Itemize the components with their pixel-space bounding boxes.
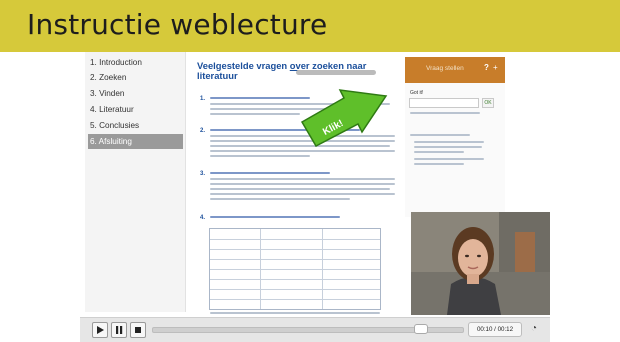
presenter-video (411, 212, 550, 315)
question-line (210, 172, 330, 174)
sidebar-item-vinden[interactable]: 3. Vinden (88, 86, 183, 101)
banner-title: Instructie weblecture (27, 8, 328, 41)
stop-icon (135, 327, 141, 333)
list-item[interactable] (414, 141, 484, 143)
time-display: 00:10 / 00:12 (468, 322, 522, 337)
sidebar-item-conclusies[interactable]: 5. Conclusies (88, 118, 183, 133)
play-icon (97, 326, 104, 334)
play-button[interactable] (92, 322, 108, 338)
question-number-3: 3. (200, 171, 206, 177)
question-line (210, 97, 310, 99)
table-row (210, 269, 380, 270)
question-line (210, 216, 340, 218)
pause-button[interactable] (111, 322, 127, 338)
text-line (210, 155, 310, 157)
text-line (210, 178, 395, 180)
text-line (410, 134, 470, 136)
list-item[interactable] (414, 158, 484, 160)
opening-hours-table (209, 228, 381, 310)
volume-icon[interactable]: ◔ (531, 323, 537, 334)
text-line (410, 112, 480, 114)
text-line (210, 198, 350, 200)
progress-thumb[interactable] (414, 324, 428, 334)
question-number-4: 4. (200, 215, 206, 221)
text-line (210, 113, 300, 115)
list-item[interactable] (414, 163, 464, 165)
table-row (210, 299, 380, 300)
pause-icon (116, 326, 123, 334)
text-line (210, 312, 380, 314)
question-number-1: 1. (200, 96, 206, 102)
klik-callout: Klik! (300, 89, 388, 147)
title-banner: Instructie weblecture (0, 0, 620, 52)
table-row (210, 259, 380, 260)
arrow-shape (300, 89, 388, 147)
heading-text-2: literatuur (197, 70, 238, 81)
ok-button[interactable]: OK (482, 98, 494, 108)
got-it-label: Got it! (410, 90, 424, 96)
plus-icon[interactable]: + (493, 63, 498, 72)
sidebar-item-zoeken[interactable]: 2. Zoeken (88, 70, 183, 85)
sidebar-item-afsluiting[interactable]: 6. Afsluiting (88, 134, 183, 149)
list-item[interactable] (414, 146, 482, 148)
ask-question-label[interactable]: Vraag stellen (426, 65, 464, 72)
heading-scroll-bar (296, 70, 376, 75)
text-line (210, 183, 395, 185)
stop-button[interactable] (130, 322, 146, 338)
help-icon[interactable]: ? (484, 63, 489, 72)
table-row (210, 239, 380, 240)
table-row (210, 289, 380, 290)
text-line (210, 188, 390, 190)
text-line (210, 193, 395, 195)
sidebar-item-literatuur[interactable]: 4. Literatuur (88, 102, 183, 117)
text-line (210, 150, 395, 152)
table-row (210, 279, 380, 280)
table-row (210, 249, 380, 250)
question-number-2: 2. (200, 128, 206, 134)
presenter-image (411, 212, 550, 315)
search-input[interactable] (409, 98, 479, 108)
sidebar-item-introduction[interactable]: 1. Introduction (88, 55, 183, 70)
list-item[interactable] (414, 151, 464, 153)
